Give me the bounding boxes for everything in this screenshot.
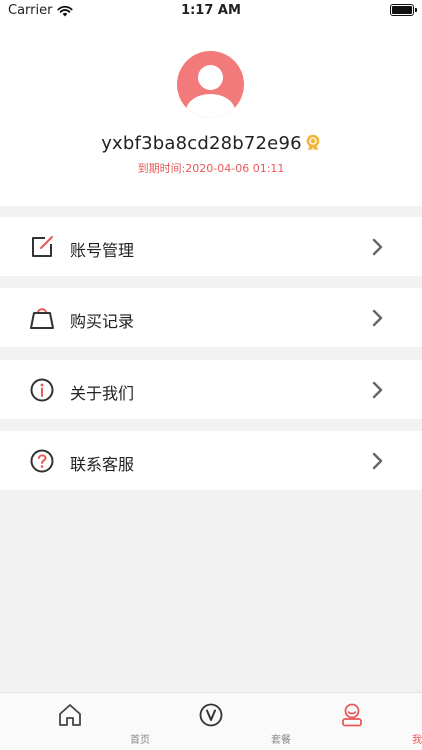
status-right bbox=[390, 4, 417, 16]
menu-item-label: 联系客服 bbox=[70, 455, 135, 474]
avatar-head bbox=[198, 65, 223, 90]
chevron-right-icon bbox=[372, 309, 383, 327]
tab-plans[interactable]: 套餐 bbox=[141, 693, 291, 750]
status-bar: Carrier 1:17 AM bbox=[0, 0, 422, 22]
help-icon bbox=[30, 449, 54, 473]
profile-icon bbox=[342, 703, 362, 727]
chevron-right-icon bbox=[372, 238, 383, 256]
menu-item-account[interactable]: 账号管理 bbox=[0, 217, 422, 276]
shopping-bag-icon bbox=[30, 308, 54, 329]
chevron-right-icon bbox=[372, 452, 383, 470]
menu-item-purchases[interactable]: 购买记录 bbox=[0, 288, 422, 347]
tab-home[interactable]: 首页 bbox=[0, 693, 150, 750]
edit-icon bbox=[32, 236, 53, 257]
menu-item-label: 购买记录 bbox=[70, 312, 135, 331]
menu-item-label: 关于我们 bbox=[70, 384, 135, 403]
vip-icon bbox=[199, 703, 223, 727]
tab-bar: 首页 套餐 我的 bbox=[0, 692, 422, 750]
tab-label: 我的 bbox=[412, 735, 422, 746]
vip-badge-icon bbox=[306, 134, 320, 151]
menu-item-about[interactable]: 关于我们 bbox=[0, 360, 422, 419]
username: yxbf3ba8cd28b72e96 bbox=[101, 133, 302, 154]
avatar-body bbox=[186, 94, 235, 118]
menu-item-support[interactable]: 联系客服 bbox=[0, 431, 422, 490]
battery-icon bbox=[390, 4, 417, 16]
home-icon bbox=[59, 704, 81, 726]
info-icon bbox=[30, 378, 54, 402]
status-time: 1:17 AM bbox=[181, 3, 241, 18]
username-row: yxbf3ba8cd28b72e96 bbox=[0, 133, 422, 154]
expiry-text: 到期时间:2020-04-06 01:11 bbox=[137, 162, 285, 175]
chevron-right-icon bbox=[372, 381, 383, 399]
avatar[interactable] bbox=[177, 51, 244, 118]
tab-profile[interactable]: 我的 bbox=[282, 693, 422, 750]
menu-item-label: 账号管理 bbox=[70, 241, 135, 260]
profile-header: yxbf3ba8cd28b72e96 到期时间:2020-04-06 01:11 bbox=[0, 22, 422, 206]
